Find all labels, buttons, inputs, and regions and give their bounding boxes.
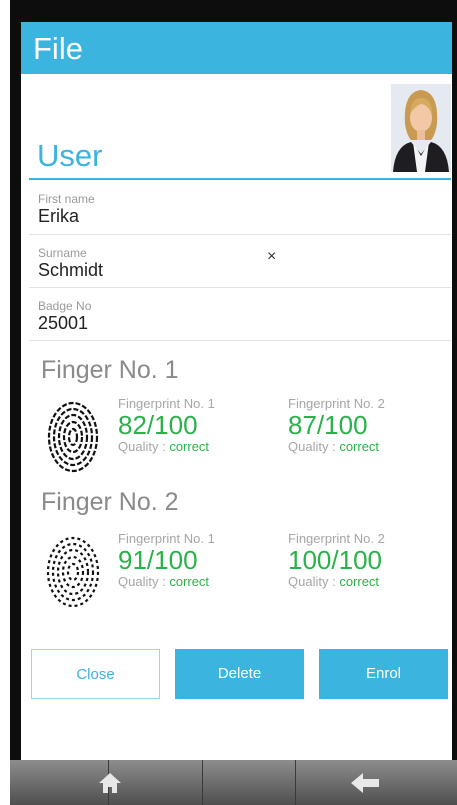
badge-value[interactable]: 25001	[38, 313, 448, 333]
fingerprint-quality: Quality : correct	[288, 574, 438, 590]
user-form: User First name Erika Surname Schmidt × …	[21, 74, 452, 760]
nav-divider	[202, 760, 203, 805]
nav-divider	[295, 760, 296, 805]
first-name-value[interactable]: Erika	[38, 206, 448, 226]
quality-label: Quality :	[118, 439, 166, 454]
badge-label: Badge No	[38, 299, 92, 313]
surname-field[interactable]: Surname Schmidt	[38, 246, 448, 280]
finger-2-print-2: Fingerprint No. 2 100/100 Quality : corr…	[288, 531, 438, 590]
fingerprint-score: 87/100	[288, 410, 368, 440]
first-name-label: First name	[38, 192, 95, 206]
close-button[interactable]: Close	[31, 649, 160, 699]
surname-label: Surname	[38, 246, 87, 260]
quality-value: correct	[169, 574, 210, 589]
badge-field[interactable]: Badge No 25001	[38, 299, 448, 333]
delete-button[interactable]: Delete	[175, 649, 304, 699]
finger-2-print-1: Fingerprint No. 1 91/100 Quality : corre…	[118, 531, 268, 590]
finger-1-print-1: Fingerprint No. 1 82/100 Quality : corre…	[118, 396, 268, 455]
bottom-nav-bar	[10, 760, 457, 805]
back-button[interactable]	[315, 760, 415, 805]
device-frame-right	[452, 0, 457, 760]
divider	[29, 340, 451, 341]
user-heading-divider	[29, 178, 451, 180]
quality-label: Quality :	[288, 574, 336, 589]
title-bar: File	[21, 22, 452, 74]
home-button[interactable]	[60, 760, 160, 805]
finger-1-print-2: Fingerprint No. 2 87/100 Quality : corre…	[288, 396, 438, 455]
divider	[29, 287, 451, 288]
fingerprint-icon	[46, 536, 100, 608]
divider	[29, 234, 451, 235]
device-frame-left	[10, 0, 21, 760]
device-frame-top	[10, 0, 457, 22]
fingerprint-quality: Quality : correct	[288, 439, 438, 455]
clear-icon[interactable]: ×	[267, 249, 276, 265]
fingerprint-icon	[47, 401, 99, 473]
page-title: File	[33, 31, 83, 66]
fingerprint-score: 82/100	[118, 410, 198, 440]
user-section-heading: User	[37, 138, 103, 173]
fingerprint-label: Fingerprint No. 2	[288, 531, 385, 546]
quality-value: correct	[169, 439, 210, 454]
fingerprint-label: Fingerprint No. 1	[118, 531, 215, 546]
fingerprint-label: Fingerprint No. 2	[288, 396, 385, 411]
fingerprint-quality: Quality : correct	[118, 574, 268, 590]
surname-value[interactable]: Schmidt	[38, 260, 448, 280]
home-icon	[99, 772, 121, 793]
fingerprint-quality: Quality : correct	[118, 439, 268, 455]
fingerprint-label: Fingerprint No. 1	[118, 396, 215, 411]
back-arrow-icon	[351, 772, 379, 793]
quality-value: correct	[339, 439, 380, 454]
quality-value: correct	[339, 574, 380, 589]
fingerprint-score: 100/100	[288, 545, 382, 575]
enrol-button[interactable]: Enrol	[319, 649, 448, 699]
quality-label: Quality :	[118, 574, 166, 589]
quality-label: Quality :	[288, 439, 336, 454]
finger-1-title: Finger No. 1	[41, 356, 179, 384]
fingerprint-score: 91/100	[118, 545, 198, 575]
finger-2-title: Finger No. 2	[41, 488, 179, 516]
first-name-field[interactable]: First name Erika	[38, 192, 448, 226]
